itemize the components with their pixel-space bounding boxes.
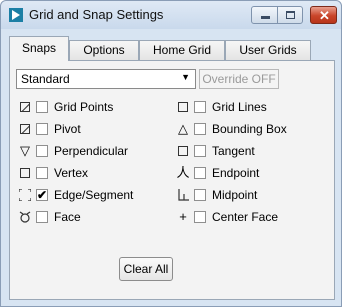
pivot-label: Pivot (54, 122, 81, 136)
grid-snap-settings-window: Grid and Snap Settings ✕ Snaps Options H… (0, 0, 342, 307)
vertex-checkbox[interactable] (36, 167, 48, 179)
snap-row-face[interactable]: Face (18, 209, 158, 225)
snap-row-center-face[interactable]: + Center Face (176, 209, 326, 225)
override-button[interactable]: Override OFF (199, 69, 279, 89)
face-label: Face (54, 210, 81, 224)
snap-row-tangent[interactable]: Tangent (176, 143, 326, 159)
checkmark-icon: ✔ (37, 188, 48, 202)
dropdown-value: Standard (21, 72, 70, 86)
snap-row-vertex[interactable]: Vertex (18, 165, 158, 181)
title-bar[interactable]: Grid and Snap Settings ✕ (1, 1, 341, 29)
tab-options[interactable]: Options (69, 40, 139, 60)
minimize-icon (261, 16, 270, 19)
dropdown-arrow-icon: ▼ (181, 72, 190, 82)
grid-points-icon (18, 99, 32, 115)
tab-user-grids[interactable]: User Grids (225, 40, 311, 60)
snap-row-endpoint[interactable]: 人 Endpoint (176, 165, 326, 181)
snap-row-grid-points[interactable]: Grid Points (18, 99, 158, 115)
close-icon: ✕ (319, 8, 330, 23)
tangent-checkbox[interactable] (194, 145, 206, 157)
endpoint-icon: 人 (176, 165, 190, 180)
endpoint-checkbox[interactable] (194, 167, 206, 179)
grid-lines-label: Grid Lines (212, 100, 267, 114)
face-icon (18, 209, 32, 225)
tab-home-grid[interactable]: Home Grid (139, 40, 225, 60)
tangent-icon (176, 143, 190, 159)
edge-segment-label: Edge/Segment (54, 188, 134, 202)
window-title: Grid and Snap Settings (29, 7, 164, 22)
grid-lines-icon (176, 99, 190, 115)
center-face-label: Center Face (212, 210, 279, 224)
bounding-box-label: Bounding Box (212, 122, 287, 136)
midpoint-icon (176, 187, 190, 203)
snap-row-pivot[interactable]: Pivot (18, 121, 158, 137)
snap-row-perpendicular[interactable]: ▽ Perpendicular (18, 143, 158, 159)
pivot-checkbox[interactable] (36, 123, 48, 135)
grid-lines-checkbox[interactable] (194, 101, 206, 113)
midpoint-label: Midpoint (212, 188, 258, 202)
center-face-checkbox[interactable] (194, 211, 206, 223)
tab-snaps[interactable]: Snaps (9, 36, 69, 61)
snap-row-grid-lines[interactable]: Grid Lines (176, 99, 326, 115)
tangent-label: Tangent (212, 144, 255, 158)
close-button[interactable]: ✕ (310, 6, 337, 24)
perpendicular-icon: ▽ (20, 143, 30, 158)
edge-segment-checkbox[interactable]: ✔ (36, 188, 48, 202)
grid-points-label: Grid Points (54, 100, 114, 114)
snap-row-midpoint[interactable]: Midpoint (176, 187, 326, 203)
center-face-icon: + (179, 209, 187, 224)
bounding-box-icon: △ (178, 121, 188, 136)
endpoint-label: Endpoint (212, 166, 260, 180)
app-icon (9, 8, 23, 22)
minimize-button[interactable] (251, 6, 278, 24)
maximize-icon (286, 11, 295, 19)
bounding-box-checkbox[interactable] (194, 123, 206, 135)
vertex-icon (18, 165, 32, 181)
clear-all-button[interactable]: Clear All (119, 257, 173, 281)
vertex-label: Vertex (54, 166, 89, 180)
grid-points-checkbox[interactable] (36, 101, 48, 113)
snap-row-edge-segment[interactable]: ✔ Edge/Segment (18, 187, 158, 203)
face-checkbox[interactable] (36, 211, 48, 223)
perpendicular-checkbox[interactable] (36, 145, 48, 157)
edge-segment-icon (18, 187, 32, 203)
snap-category-dropdown[interactable]: Standard ▼ (16, 69, 196, 89)
midpoint-checkbox[interactable] (194, 189, 206, 201)
pivot-icon (18, 121, 32, 137)
snaps-panel: Standard ▼ Override OFF Grid Points Pivo… (9, 60, 335, 300)
snap-row-bounding-box[interactable]: △ Bounding Box (176, 121, 326, 137)
perpendicular-label: Perpendicular (54, 144, 129, 158)
maximize-button[interactable] (277, 6, 303, 24)
